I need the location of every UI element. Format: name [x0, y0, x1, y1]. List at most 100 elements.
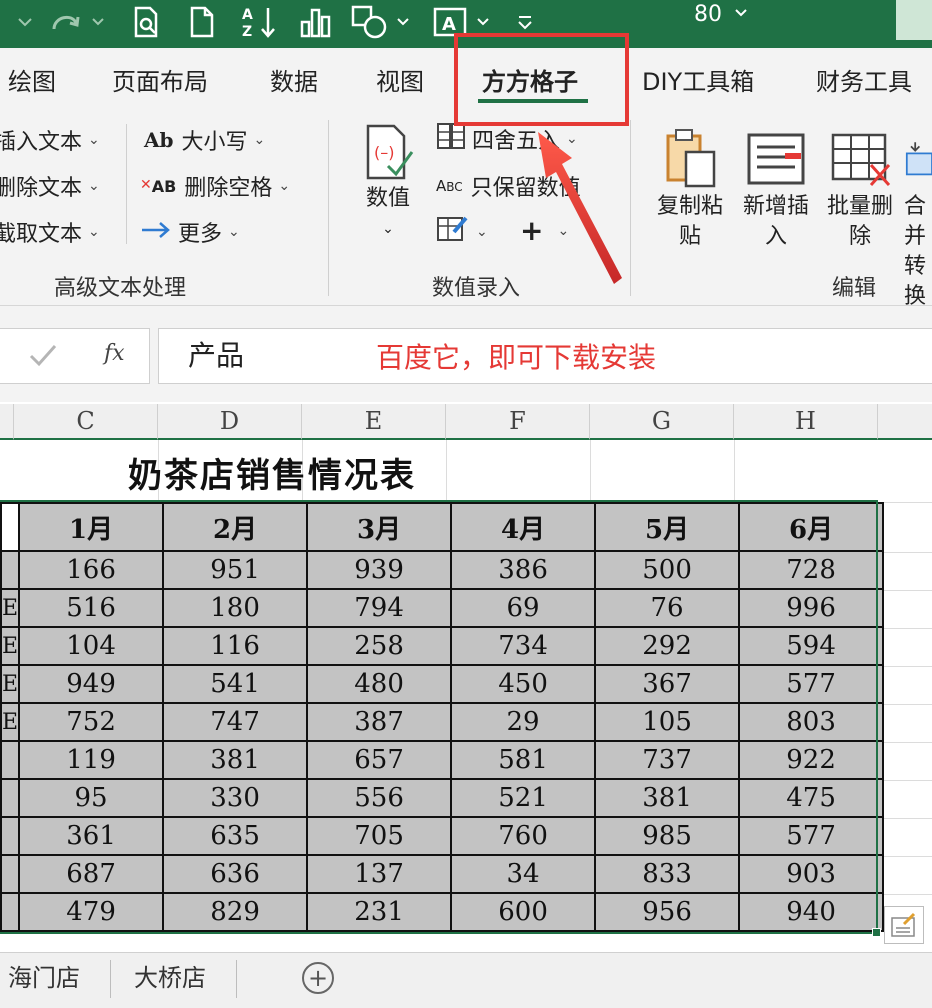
highlight-box	[454, 33, 629, 126]
plus-icon: +	[307, 964, 329, 992]
edit-cell-icon	[436, 214, 470, 250]
chevron-down-icon: ⌄	[253, 132, 266, 148]
remove-spaces-icon: ✕AB	[140, 176, 177, 196]
chevron-down-icon: ⌄	[278, 178, 291, 194]
table-delete-icon	[820, 126, 900, 192]
sort-icon[interactable]: AZ	[238, 4, 278, 40]
fx-icon[interactable]: fx	[104, 341, 125, 366]
selection-border	[0, 500, 878, 934]
separator	[126, 124, 127, 244]
numeric-button[interactable]: (–) 数值 ⌄	[356, 120, 420, 244]
column-header-b[interactable]	[0, 404, 14, 440]
round-button[interactable]: 四舍五入 ⌄	[436, 122, 578, 156]
separator	[328, 120, 329, 296]
round-icon	[436, 122, 466, 156]
merge-icon	[904, 126, 932, 192]
column-header[interactable]: F	[446, 404, 590, 440]
tab-page-layout[interactable]: 页面布局	[112, 62, 208, 97]
sheet-title[interactable]: 奶茶店销售情况表	[128, 448, 416, 497]
gridline	[878, 590, 932, 591]
extract-text-button[interactable]: 截取文本 ⌄	[0, 216, 100, 248]
remove-spaces-button[interactable]: ✕AB 删除空格 ⌄	[140, 170, 290, 202]
plus-button[interactable]: + ⌄	[520, 214, 569, 247]
quick-analysis-icon[interactable]	[884, 906, 924, 944]
group-label-numeric-entry: 数值录入	[432, 276, 521, 301]
column-header[interactable]: G	[590, 404, 734, 440]
shapes-caret-icon[interactable]	[394, 4, 412, 40]
batch-delete-label: 批量删除	[826, 194, 893, 249]
zoom-caret-icon[interactable]	[734, 8, 748, 18]
gridline	[878, 666, 932, 667]
numeric-label: 数值	[365, 186, 410, 211]
column-header-i[interactable]	[878, 404, 932, 440]
redo-caret-icon[interactable]	[88, 4, 108, 40]
chevron-down-icon: ⌄	[382, 221, 394, 237]
tab-diy-toolbox[interactable]: DIY工具箱	[642, 62, 754, 97]
add-sheet-button[interactable]: +	[302, 962, 334, 994]
chevron-down-icon: ⌄	[88, 224, 100, 240]
add-insert-label: 新增插入	[742, 194, 809, 249]
batch-delete-button[interactable]: 批量删除	[820, 126, 900, 252]
case-icon: Ab	[144, 128, 174, 152]
round-label: 四舍五入	[472, 129, 561, 154]
chevron-down-icon: ⌄	[476, 224, 488, 240]
chevron-down-icon: ⌄	[557, 222, 570, 239]
gridline	[878, 502, 932, 503]
gridline	[878, 704, 932, 705]
edit-cell-button[interactable]: ⌄	[436, 214, 488, 250]
gridline	[878, 628, 932, 629]
gridline	[878, 742, 932, 743]
plus-icon: +	[520, 214, 544, 247]
svg-text:A: A	[442, 14, 456, 35]
merge-convert-button[interactable]: 合并转换	[904, 126, 932, 312]
add-insert-button[interactable]: 新增插入	[736, 126, 816, 252]
tab-data[interactable]: 数据	[270, 62, 318, 97]
gridline	[878, 552, 932, 553]
case-label: 大小写	[181, 130, 248, 155]
new-file-icon[interactable]	[186, 4, 218, 40]
tab-draw[interactable]: 绘图	[8, 62, 56, 97]
column-header[interactable]: E	[302, 404, 446, 440]
column-header[interactable]: H	[734, 404, 878, 440]
tab-view[interactable]: 视图	[376, 62, 424, 97]
undo-caret-icon[interactable]	[10, 4, 40, 40]
delete-text-label: 删除文本	[0, 176, 83, 201]
fill-handle[interactable]	[872, 928, 881, 937]
print-preview-icon[interactable]	[128, 4, 164, 40]
chevron-down-icon: ⌄	[228, 224, 240, 240]
column-header[interactable]: C	[14, 404, 158, 440]
more-label: 更多	[178, 222, 223, 247]
more-button[interactable]: 更多 ⌄	[140, 216, 240, 248]
separator	[630, 120, 631, 296]
keep-values-button[interactable]: ABC 只保留数值	[436, 170, 581, 202]
tab-finance-tools[interactable]: 财务工具	[816, 62, 912, 97]
zoom-level[interactable]: 80	[694, 2, 722, 27]
extract-text-label: 截取文本	[0, 222, 83, 247]
shapes-icon[interactable]	[350, 4, 390, 40]
group-label-text-processing: 高级文本处理	[54, 276, 187, 301]
delete-text-button[interactable]: 删除文本 ⌄	[0, 170, 100, 202]
copy-paste-button[interactable]: 复制粘贴	[650, 126, 730, 252]
insert-text-label: 插入文本	[0, 130, 83, 155]
insert-text-button[interactable]: 插入文本 ⌄	[0, 124, 100, 156]
chevron-down-icon: ⌄	[88, 132, 100, 148]
formula-controls: fx	[0, 328, 150, 384]
check-icon[interactable]	[28, 343, 58, 373]
insert-rows-icon	[736, 126, 816, 192]
chevron-down-icon: ⌄	[566, 131, 578, 147]
gridline	[878, 894, 932, 895]
keep-values-label: 只保留数值	[470, 176, 581, 201]
column-header[interactable]: D	[158, 404, 302, 440]
remove-spaces-label: 删除空格	[184, 176, 273, 201]
sheet-tab-daqiao[interactable]: 大桥店	[134, 958, 206, 993]
arrow-right-icon	[140, 220, 172, 245]
gridline	[734, 440, 735, 502]
gridline	[878, 818, 932, 819]
formula-value: 产品	[188, 339, 245, 372]
redo-icon[interactable]	[46, 4, 86, 40]
group-label-edit: 编辑	[832, 276, 877, 301]
case-button[interactable]: Ab 大小写 ⌄	[144, 124, 265, 156]
sheet-tab-haimen[interactable]: 海门店	[8, 958, 80, 993]
copy-paste-label: 复制粘贴	[656, 194, 723, 249]
chart-icon[interactable]	[298, 4, 334, 40]
